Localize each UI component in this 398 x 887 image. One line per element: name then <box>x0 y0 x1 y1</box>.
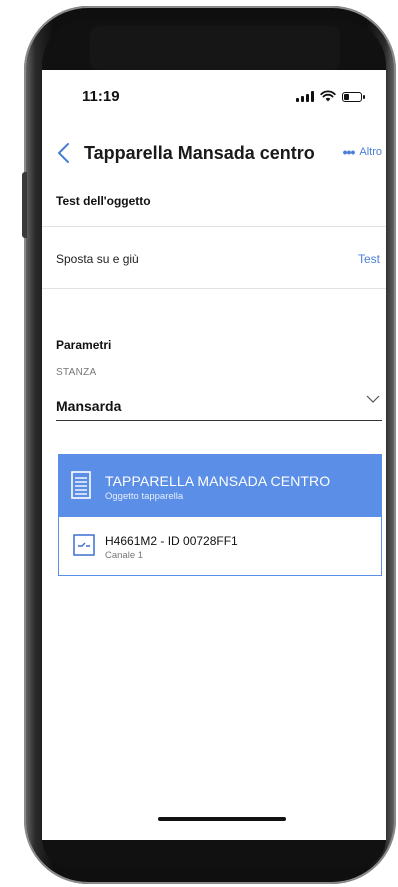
status-time: 11:19 <box>82 88 120 105</box>
ellipsis-icon: ••• <box>342 144 356 160</box>
status-icons <box>296 90 365 102</box>
device-module-row[interactable]: H4661M2 - ID 00728FF1 Canale 1 <box>59 517 381 575</box>
module-id: H4661M2 - ID 00728FF1 <box>105 534 238 548</box>
room-field-label: STANZA <box>56 367 97 378</box>
test-section-title: Test dell'oggetto <box>56 194 151 208</box>
phone-bottom-bezel <box>42 838 386 868</box>
more-button[interactable]: ••• Altro <box>342 144 382 160</box>
wifi-icon <box>320 90 336 102</box>
divider <box>42 226 386 227</box>
test-button[interactable]: Test <box>358 252 380 266</box>
app-screen: 11:19 Tapparella Mansada centro ••• Altr… <box>42 70 386 840</box>
switch-module-icon <box>73 534 95 556</box>
more-label: Altro <box>359 146 382 158</box>
device-card: TAPPARELLA MANSADA CENTRO Oggetto tappar… <box>58 454 382 576</box>
chevron-left-icon[interactable] <box>56 142 72 164</box>
move-row-label: Sposta su e giù <box>56 252 139 266</box>
phone-notch <box>90 26 340 70</box>
shutter-icon <box>71 471 91 499</box>
module-channel: Canale 1 <box>105 550 144 561</box>
device-type: Oggetto tapparella <box>105 491 184 502</box>
params-section-title: Parametri <box>56 338 112 352</box>
chevron-down-icon <box>366 395 380 403</box>
room-select[interactable]: Mansarda <box>56 392 382 421</box>
page-title: Tapparella Mansada centro <box>84 143 315 163</box>
battery-icon <box>342 92 365 102</box>
signal-icon <box>296 91 314 102</box>
device-name: TAPPARELLA MANSADA CENTRO <box>105 473 331 489</box>
header: Tapparella Mansada centro ••• Altro <box>42 134 386 174</box>
home-indicator[interactable] <box>158 817 286 821</box>
divider <box>42 288 386 289</box>
device-card-header[interactable]: TAPPARELLA MANSADA CENTRO Oggetto tappar… <box>59 455 381 517</box>
phone-side-button <box>22 172 27 238</box>
room-select-value: Mansarda <box>56 398 122 414</box>
battery-level <box>344 94 350 100</box>
